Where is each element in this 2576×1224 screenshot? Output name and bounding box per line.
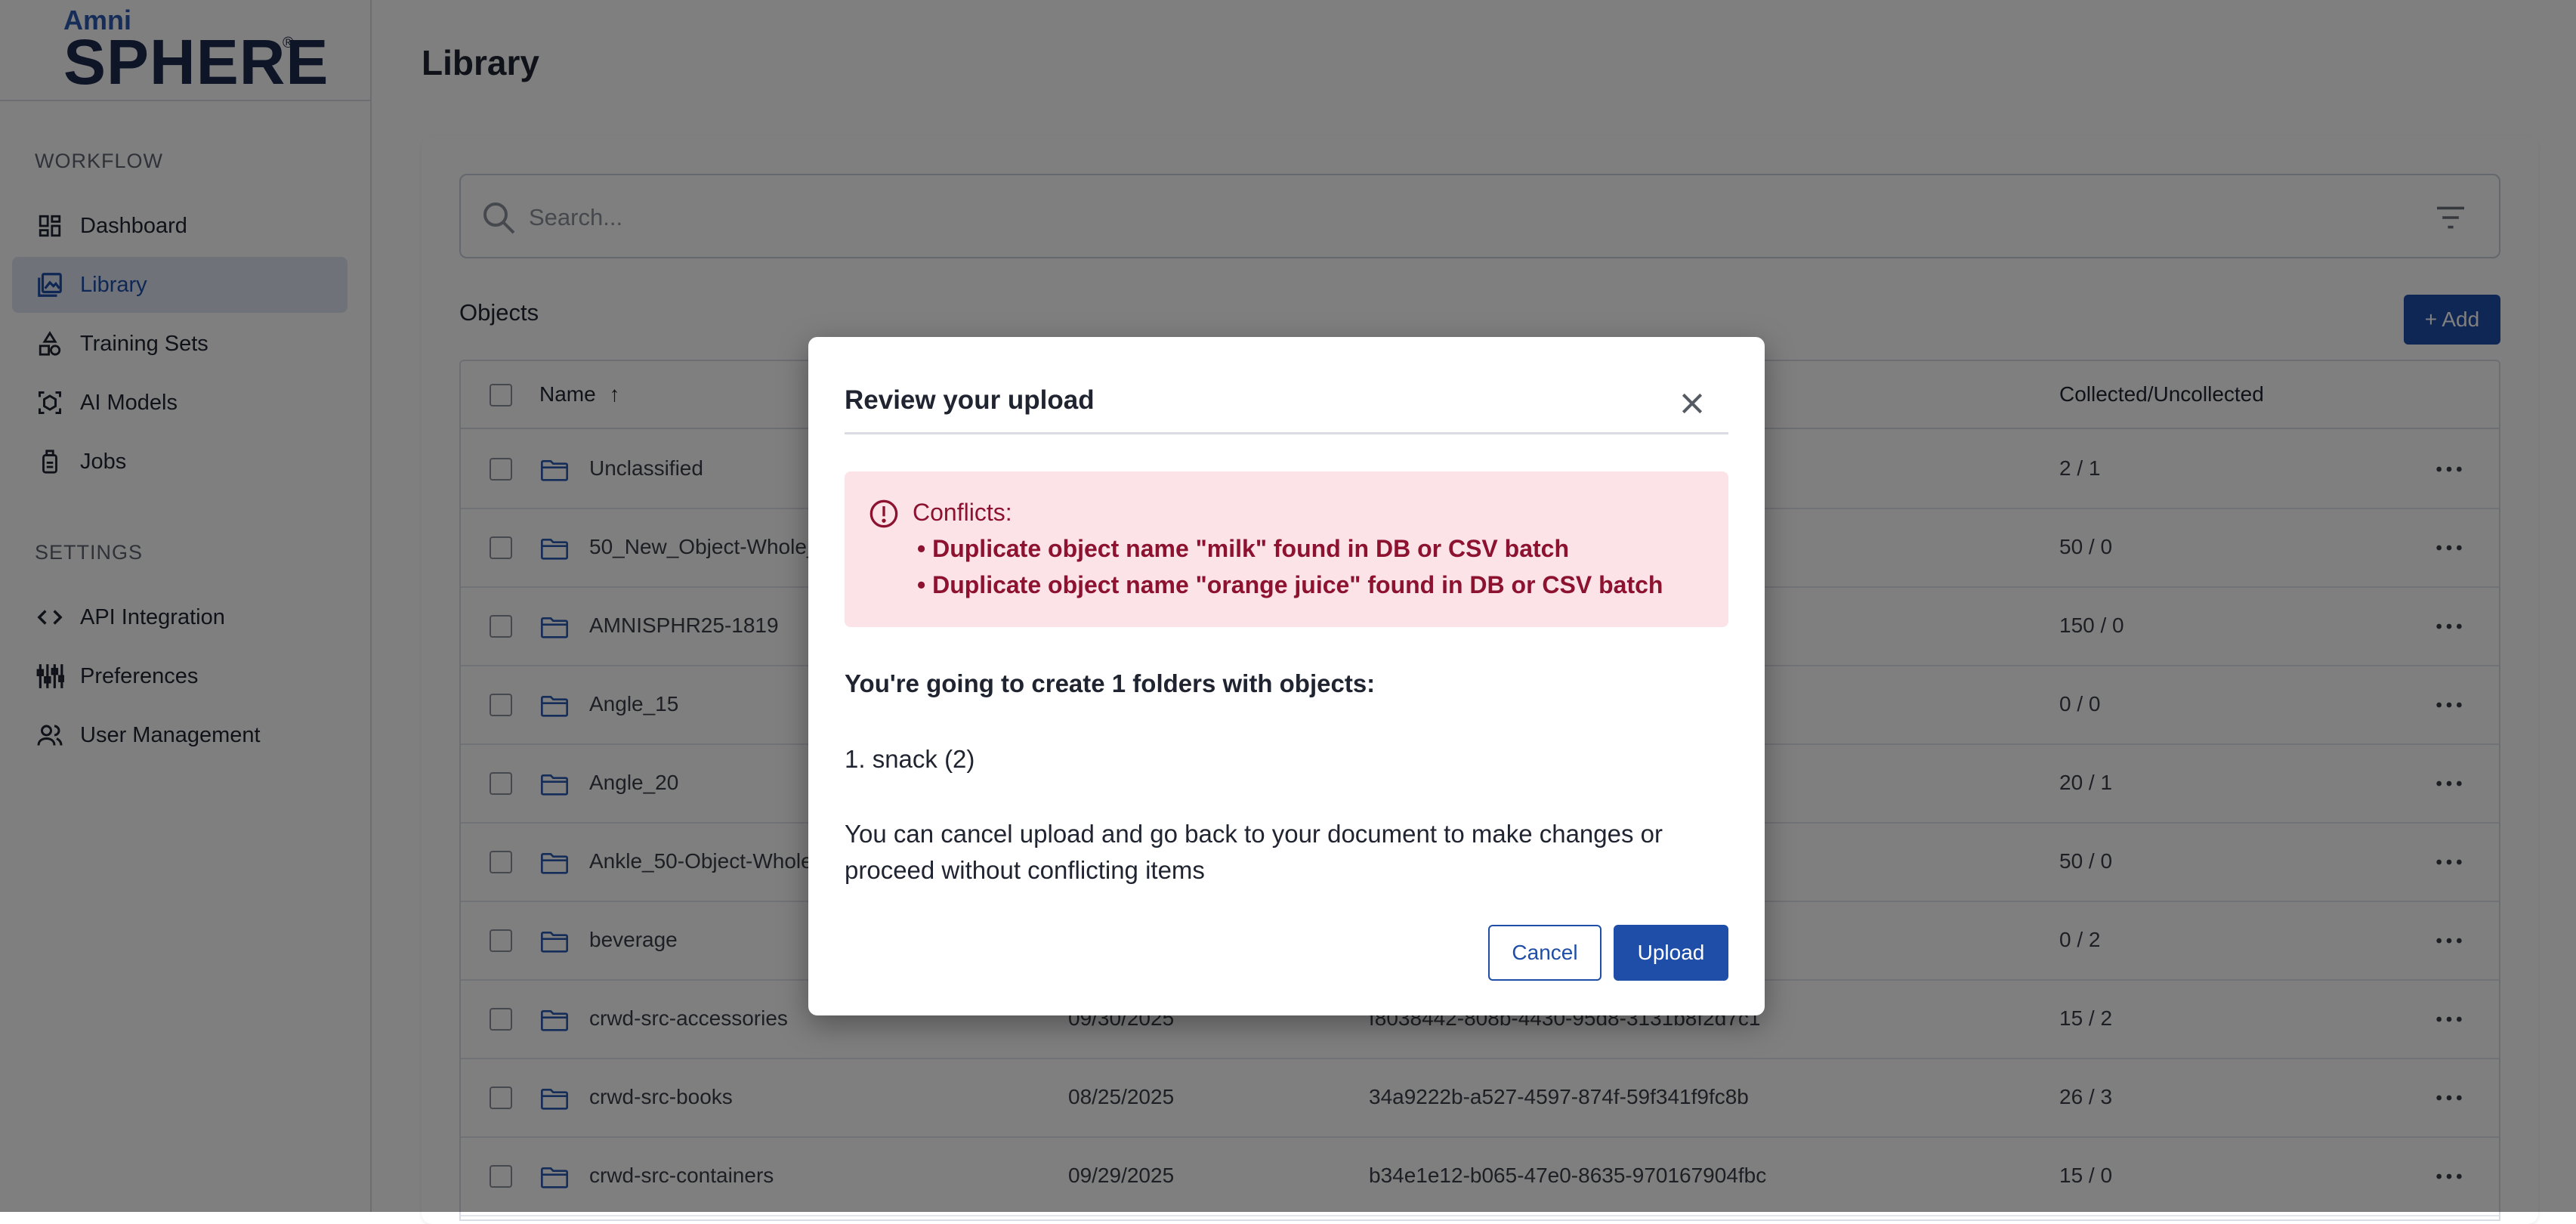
folder-list-item: 1. snack (2): [845, 745, 975, 773]
conflicts-alert: Conflicts: • Duplicate object name "milk…: [845, 471, 1728, 627]
conflict-item: • Duplicate object name "milk" found in …: [917, 535, 1569, 562]
cancel-button[interactable]: Cancel: [1488, 925, 1602, 981]
alert-title: Conflicts:: [913, 499, 1012, 526]
conflict-item: • Duplicate object name "orange juice" f…: [917, 571, 1663, 598]
review-upload-dialog: Review your upload Conflicts: • Duplicat…: [808, 337, 1765, 1015]
upload-button[interactable]: Upload: [1614, 925, 1728, 981]
alert-circle-icon: [869, 499, 899, 533]
dialog-divider: [845, 432, 1728, 434]
close-icon[interactable]: [1677, 388, 1707, 419]
dialog-instructions: You can cancel upload and go back to you…: [845, 820, 1663, 884]
upload-summary: You're going to create 1 folders with ob…: [845, 669, 1376, 697]
dialog-title: Review your upload: [845, 385, 1095, 415]
